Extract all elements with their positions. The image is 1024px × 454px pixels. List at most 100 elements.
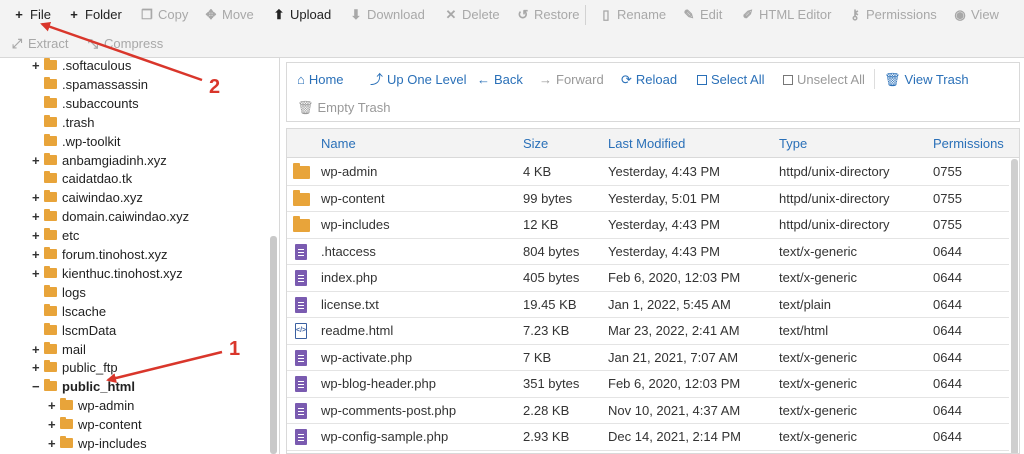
- download-button[interactable]: ⬇ Download: [349, 4, 425, 26]
- cell-last-modified: Mar 23, 2022, 2:41 AM: [608, 323, 740, 338]
- column-header-last-modified[interactable]: Last Modified: [608, 129, 685, 158]
- download-icon: ⬇: [350, 7, 362, 22]
- toolbar: + File + Folder ❐ Copy ✥ Move ⬆ Upload ⬇ Download ✕ D…: [0, 0, 1024, 58]
- rename-button[interactable]: ▯ Rename: [599, 4, 666, 26]
- plus-icon[interactable]: +: [32, 264, 42, 283]
- plus-icon[interactable]: +: [32, 188, 42, 207]
- copy-button[interactable]: ❐ Copy: [140, 4, 188, 26]
- table-row[interactable]: wp-content 99 bytes Yesterday, 5:01 PM http…: [287, 185, 1009, 212]
- upload-icon: ⬆: [273, 7, 285, 22]
- file-button[interactable]: + File: [12, 4, 51, 26]
- view-button[interactable]: ◉ View: [953, 4, 999, 26]
- folder-icon: [44, 341, 57, 354]
- tree-item-label: public_ftp: [62, 360, 118, 376]
- plus-icon[interactable]: +: [32, 358, 42, 377]
- cell-permissions: 0644: [933, 270, 962, 285]
- table-row[interactable]: wp-config-sample.php 2.93 KB Dec 14, 2021,…: [287, 424, 1009, 451]
- folder-icon: [44, 171, 57, 184]
- tree-item-label: .trash: [62, 114, 95, 130]
- column-header-type[interactable]: Type: [779, 129, 807, 158]
- table-row[interactable]: </> readme.html 7.23 KB Mar 23, 2022, 2:41 …: [287, 318, 1009, 345]
- cell-type: text/x-generic: [779, 429, 858, 444]
- forward-button[interactable]: → Forward: [539, 71, 604, 89]
- upload-button[interactable]: ⬆ Upload: [272, 4, 332, 26]
- permissions-button[interactable]: ⚷ Permissions: [848, 4, 937, 26]
- plus-icon[interactable]: +: [48, 415, 58, 434]
- cell-permissions: 0644: [933, 296, 962, 312]
- delete-button[interactable]: ✕ Delete: [444, 4, 500, 26]
- back-button[interactable]: ← Back: [477, 71, 523, 89]
- trash-icon: 🗑: [297, 100, 314, 115]
- up-one-level-button[interactable]: ⤴ Up One Level: [370, 71, 467, 89]
- unselect-all-button[interactable]: Unselect All: [783, 71, 865, 89]
- folder-icon: [44, 360, 57, 373]
- tree-item-label: kienthuc.tinohost.xyz: [62, 265, 183, 281]
- plus-icon[interactable]: +: [48, 396, 58, 415]
- minus-icon[interactable]: −: [32, 377, 42, 396]
- file-table: Name Size Last Modified Type Permissions…: [286, 128, 1020, 454]
- nav-separator: [874, 69, 875, 89]
- html-editor-button[interactable]: ✐ HTML Editor: [741, 4, 832, 26]
- table-row[interactable]: .htaccess 804 bytes Yesterday, 4:43 PM text…: [287, 238, 1009, 265]
- plus-icon[interactable]: +: [32, 245, 42, 264]
- folder-icon: [44, 228, 57, 241]
- column-header-permissions[interactable]: Permissions: [933, 129, 1004, 158]
- empty-trash-button[interactable]: 🗑 Empty Trash: [297, 99, 390, 117]
- folder-icon: [44, 284, 57, 297]
- plus-icon[interactable]: +: [32, 226, 42, 245]
- level-up-icon: ⤴: [370, 72, 384, 87]
- cell-name: license.txt: [321, 296, 379, 312]
- folder-icon: [293, 189, 310, 206]
- restore-button[interactable]: ↺ Restore: [516, 4, 580, 26]
- cell-name: .htaccess: [321, 243, 376, 259]
- table-row[interactable]: wp-comments-post.php 2.28 KB Nov 10, 2021,…: [287, 397, 1009, 424]
- table-row[interactable]: wp-includes 12 KB Yesterday, 4:43 PM httpd/…: [287, 212, 1009, 239]
- home-button[interactable]: ⌂ Home: [297, 71, 344, 89]
- reload-button[interactable]: ⟳ Reload: [621, 71, 677, 89]
- move-button[interactable]: ✥ Move: [204, 4, 254, 26]
- tree-item-label: wp-admin: [78, 398, 135, 414]
- restore-icon: ↺: [517, 7, 529, 22]
- cell-type: text/plain: [779, 296, 832, 312]
- folder-icon: [44, 379, 57, 392]
- table-row[interactable]: wp-admin 4 KB Yesterday, 4:43 PM httpd/unix…: [287, 159, 1009, 186]
- tree-item-label: mail: [62, 341, 86, 357]
- cell-size: 19.45 KB: [523, 296, 577, 312]
- tree-scrollbar[interactable]: [270, 236, 277, 454]
- cell-size: 4 KB: [523, 164, 552, 179]
- table-row[interactable]: index.php 405 bytes Feb 6, 2020, 12:03 PM t…: [287, 265, 1009, 292]
- cell-size: 7.23 KB: [523, 323, 570, 338]
- compress-button[interactable]: ⤡ Compress: [86, 33, 163, 55]
- folder-button[interactable]: + Folder: [67, 4, 122, 26]
- table-scrollbar[interactable]: [1011, 159, 1018, 453]
- cell-name: wp-comments-post.php: [321, 402, 457, 418]
- cell-last-modified: Jan 21, 2021, 7:07 AM: [608, 349, 739, 365]
- column-header-name[interactable]: Name: [321, 129, 356, 158]
- table-row[interactable]: wp-blog-header.php 351 bytes Feb 6, 2020, …: [287, 371, 1009, 398]
- tree-item-label: lscmData: [62, 322, 117, 338]
- cell-type: text/x-generic: [779, 270, 858, 285]
- extract-button[interactable]: ⤢ Extract: [10, 33, 69, 55]
- cell-permissions: 0755: [933, 217, 962, 232]
- table-row[interactable]: license.txt 19.45 KB Jan 1, 2022, 5:45 AM t…: [287, 291, 1009, 318]
- tree-item-label: caidatdao.tk: [62, 171, 133, 187]
- column-header-size[interactable]: Size: [523, 129, 548, 158]
- edit-button[interactable]: ✎ Edit: [682, 4, 723, 26]
- plus-icon[interactable]: +: [32, 151, 42, 170]
- select-all-button[interactable]: Select All: [697, 71, 764, 89]
- folder-icon: [44, 114, 57, 127]
- folder-icon: [60, 398, 73, 411]
- plus-icon[interactable]: +: [48, 434, 58, 453]
- folder-icon: [44, 133, 57, 146]
- cell-last-modified: Yesterday, 4:43 PM: [608, 164, 721, 179]
- folder-icon: [60, 436, 73, 448]
- file-icon: [295, 270, 307, 286]
- cell-type: text/x-generic: [779, 402, 858, 418]
- cell-size: 405 bytes: [523, 270, 580, 285]
- plus-icon[interactable]: +: [32, 340, 42, 359]
- plus-icon[interactable]: +: [32, 58, 42, 75]
- table-row[interactable]: wp-activate.php 7 KB Jan 21, 2021, 7:07 AM…: [287, 344, 1009, 371]
- view-trash-button[interactable]: 🗑 View Trash: [884, 71, 969, 89]
- plus-icon[interactable]: +: [32, 207, 42, 226]
- folder-icon: [44, 247, 57, 259]
